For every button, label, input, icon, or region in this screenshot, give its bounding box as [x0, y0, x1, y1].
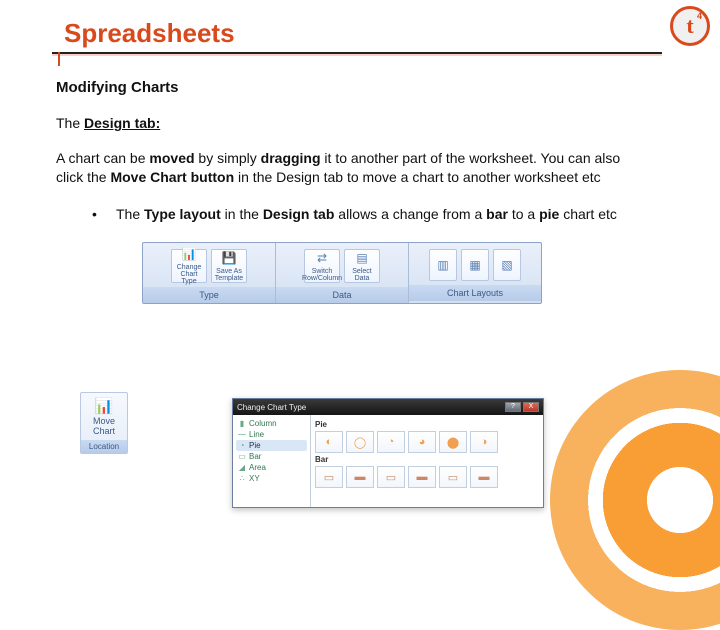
location-group-label: Location	[81, 440, 127, 453]
move-chart-label: Move Chart	[83, 417, 125, 437]
chart-layout-thumbnail[interactable]: ▦	[461, 249, 489, 281]
para-bold: moved	[149, 150, 194, 166]
logo-superscript: 4	[697, 11, 702, 21]
chart-icon: 📊	[182, 246, 197, 262]
page-title: Spreadsheets	[64, 18, 235, 49]
subtype-heading-bar: Bar	[315, 455, 539, 464]
category-line[interactable]: ⁓Line	[236, 429, 307, 440]
pie-subtype-thumbnail[interactable]: ◑	[470, 431, 498, 453]
category-label: Pie	[249, 441, 261, 450]
chart-layout-thumbnail[interactable]: ▧	[493, 249, 521, 281]
save-as-template-button[interactable]: 💾 Save As Template	[211, 249, 247, 283]
pie-subtype-thumbnail[interactable]: ◔	[377, 431, 405, 453]
bullet-bold: bar	[486, 206, 508, 222]
content-area: Modifying Charts The Design tab: A chart…	[56, 78, 656, 304]
pie-subtype-thumbnail[interactable]: ◐	[315, 431, 343, 453]
swap-icon: ⇄	[317, 250, 327, 266]
pie-subtype-thumbnail[interactable]: ◯	[346, 431, 374, 453]
button-label: Select Data	[345, 268, 379, 282]
logo-t4: t 4	[670, 6, 710, 46]
bullet-text: The Type layout in the Design tab allows…	[116, 205, 656, 224]
category-label: Area	[249, 463, 266, 472]
button-label: Save As Template	[212, 268, 246, 282]
category-area[interactable]: ◢Area	[236, 462, 307, 473]
save-icon: 💾	[222, 250, 237, 266]
ribbon-group-title: Data	[276, 287, 408, 303]
change-chart-type-button[interactable]: 📊 Change Chart Type	[171, 249, 207, 283]
bar-subtype-thumbnail[interactable]: ▬	[346, 466, 374, 488]
category-label: Bar	[249, 452, 261, 461]
ribbon-group-data: ⇄ Switch Row/Column ▤ Select Data Data	[276, 243, 409, 303]
category-pie[interactable]: ◔Pie	[236, 440, 307, 451]
para-bold: Move Chart button	[110, 169, 234, 185]
help-button[interactable]: ?	[505, 402, 521, 412]
ribbon-group-type: 📊 Change Chart Type 💾 Save As Template T…	[143, 243, 276, 303]
bullet-seg: chart etc	[559, 206, 617, 222]
grid-icon: ▤	[356, 250, 367, 266]
bullet-bold: pie	[539, 206, 559, 222]
category-bar[interactable]: ▭Bar	[236, 451, 307, 462]
dialog-title: Change Chart Type	[237, 403, 306, 412]
close-button[interactable]: X	[523, 402, 539, 412]
decorative-arc	[550, 370, 720, 630]
ribbon-design-tab: 📊 Change Chart Type 💾 Save As Template T…	[142, 242, 542, 304]
category-column[interactable]: ▮Column	[236, 418, 307, 429]
bullet-seg: The	[116, 206, 144, 222]
bullet-bold: Design tab	[263, 206, 335, 222]
ribbon-group-chart-layouts: ▥ ▦ ▧ Chart Layouts	[409, 243, 541, 303]
chart-layout-thumbnail[interactable]: ▥	[429, 249, 457, 281]
bar-subtype-thumbnail[interactable]: ▭	[315, 466, 343, 488]
button-label: Switch Row/Column	[302, 268, 342, 282]
chart-icon: 📊	[83, 397, 125, 415]
bullet-bold: Type layout	[144, 206, 221, 222]
ribbon-group-title: Type	[143, 287, 275, 303]
switch-row-column-button[interactable]: ⇄ Switch Row/Column	[304, 249, 340, 283]
para-seg: by simply	[195, 150, 261, 166]
title-accent-rule	[52, 54, 662, 56]
category-label: XY	[249, 474, 260, 483]
chart-subtype-panel: Pie ◐ ◯ ◔ ◕ ⬤ ◑ Bar ▭ ▬ ▭ ▬ ▭ ▬	[311, 415, 543, 507]
ribbon-group-title: Chart Layouts	[409, 285, 541, 301]
category-label: Line	[249, 430, 264, 439]
change-chart-type-dialog: Change Chart Type ? X ▮Column ⁓Line ◔Pie…	[232, 398, 544, 508]
layout-icon: ▦	[469, 257, 480, 273]
button-label: Change Chart Type	[172, 264, 206, 285]
subtype-heading-pie: Pie	[315, 420, 539, 429]
para-seg: in the Design tab to move a chart to ano…	[234, 169, 601, 185]
paragraph-main: A chart can be moved by simply dragging …	[56, 149, 636, 187]
bullet-seg: in the	[221, 206, 263, 222]
bullet-seg: to a	[508, 206, 539, 222]
bar-subtype-thumbnail[interactable]: ▭	[439, 466, 467, 488]
logo-letter: t	[686, 13, 693, 39]
para-seg: A chart can be	[56, 150, 149, 166]
subheading: The Design tab:	[56, 114, 656, 133]
category-label: Column	[249, 419, 277, 428]
bullet-dot: •	[92, 205, 116, 224]
bar-subtype-thumbnail[interactable]: ▬	[408, 466, 436, 488]
category-xy[interactable]: ∴XY	[236, 473, 307, 484]
move-chart-button[interactable]: 📊 Move Chart Location	[80, 392, 128, 454]
section-heading: Modifying Charts	[56, 78, 656, 98]
subhead-bold: Design tab:	[84, 115, 160, 131]
para-bold: dragging	[261, 150, 321, 166]
bar-subtype-thumbnail[interactable]: ▭	[377, 466, 405, 488]
chart-category-list: ▮Column ⁓Line ◔Pie ▭Bar ◢Area ∴XY	[233, 415, 311, 507]
layout-icon: ▥	[437, 257, 448, 273]
layout-icon: ▧	[501, 257, 512, 273]
dialog-titlebar: Change Chart Type ? X	[233, 399, 543, 415]
subhead-prefix: The	[56, 115, 84, 131]
pie-subtype-thumbnail[interactable]: ◕	[408, 431, 436, 453]
bar-subtype-thumbnail[interactable]: ▬	[470, 466, 498, 488]
select-data-button[interactable]: ▤ Select Data	[344, 249, 380, 283]
bullet-item: • The Type layout in the Design tab allo…	[92, 205, 656, 224]
bullet-seg: allows a change from a	[334, 206, 486, 222]
pie-subtype-thumbnail[interactable]: ⬤	[439, 431, 467, 453]
